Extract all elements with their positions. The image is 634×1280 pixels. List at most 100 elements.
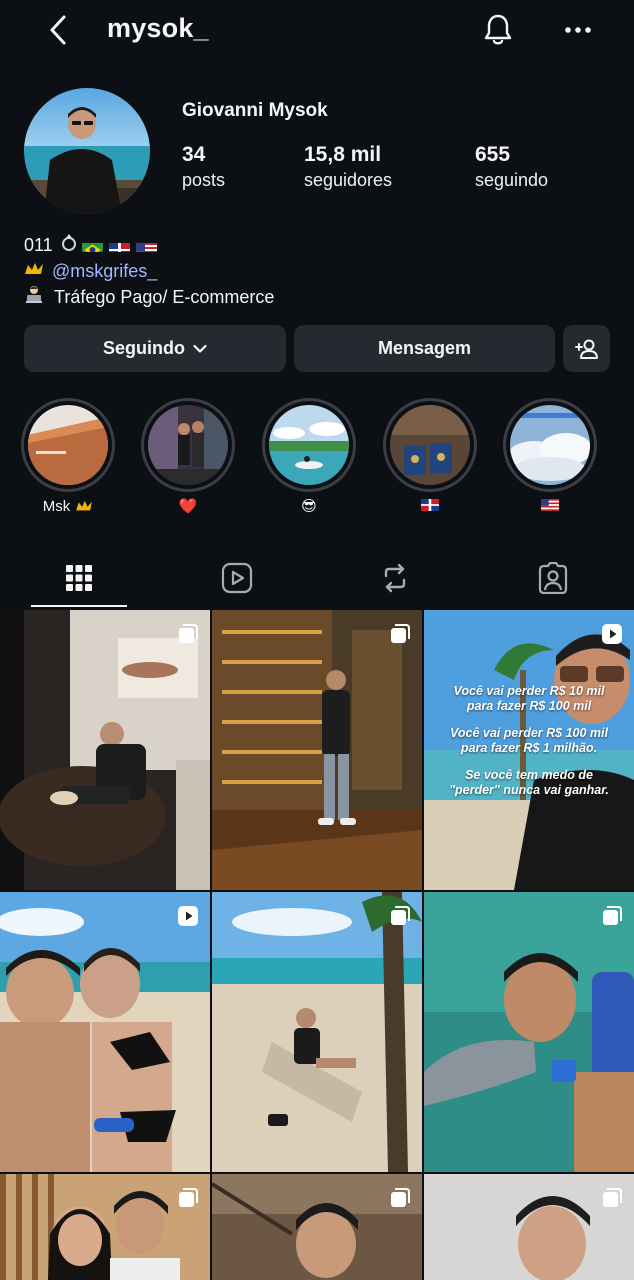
bio-area-code: 011 xyxy=(24,235,53,255)
post-thumbnail[interactable] xyxy=(212,892,422,1172)
tagged-person-icon xyxy=(538,562,568,594)
message-button-label: Mensagem xyxy=(377,338,472,358)
highlight-ring xyxy=(503,398,597,492)
highlight-label: Msk xyxy=(20,496,116,516)
highlight-title: Msk xyxy=(42,497,71,515)
highlight-ring xyxy=(383,398,477,492)
post-thumbnail[interactable] xyxy=(0,892,210,1172)
usa-flag-icon xyxy=(541,498,559,515)
bio-mention-link[interactable]: @mskgrifes_ xyxy=(52,258,157,284)
active-tab-indicator xyxy=(31,605,127,607)
post-thumbnail[interactable] xyxy=(212,1174,422,1280)
top-bar: mysok_ xyxy=(0,0,634,62)
post-thumbnail[interactable] xyxy=(0,610,210,890)
brazil-flag-icon xyxy=(81,238,103,252)
reel-icon xyxy=(178,906,198,926)
following-button[interactable]: Seguindo xyxy=(24,325,286,372)
post-thumbnail[interactable]: Você vai perder R$ 10 mil para fazer R$ 1… xyxy=(424,610,634,890)
post-thumbnail[interactable] xyxy=(0,1174,210,1280)
profile-bio: 011 @mskgrifes_ Tráfego Pago/ E-commerce xyxy=(24,232,274,310)
carousel-icon xyxy=(603,906,622,925)
highlight-title: ❤️ xyxy=(178,498,198,515)
overlay-line: Se você tem medo de xyxy=(465,768,593,782)
tab-reposts[interactable] xyxy=(347,550,443,606)
chevron-down-icon xyxy=(193,344,207,353)
grid-icon xyxy=(66,565,92,591)
repost-icon xyxy=(384,563,406,593)
notifications-button[interactable] xyxy=(478,10,518,50)
bio-line-occupation: Tráfego Pago/ E-commerce xyxy=(24,284,274,310)
overlay-line: para fazer R$ 100 mil xyxy=(466,699,592,713)
ring-emoji-icon xyxy=(59,232,79,259)
highlight-label xyxy=(502,496,598,516)
laptop-user-emoji-icon xyxy=(24,284,44,311)
highlight-label xyxy=(382,496,478,516)
tab-reels[interactable] xyxy=(189,550,285,606)
highlight-ring xyxy=(262,398,356,492)
tab-posts-grid[interactable] xyxy=(31,550,127,606)
tab-tagged[interactable] xyxy=(505,550,601,606)
followers-stat[interactable]: 15,8 mil seguidores xyxy=(304,142,392,192)
following-label: seguindo xyxy=(475,170,549,190)
highlight-cover xyxy=(390,405,470,485)
highlight-item[interactable] xyxy=(382,398,478,516)
profile-username: mysok_ xyxy=(107,13,209,43)
highlight-title: 😎 xyxy=(301,498,317,515)
carousel-icon xyxy=(391,624,410,643)
bell-icon xyxy=(484,14,512,45)
following-button-label: Seguindo xyxy=(103,338,185,358)
message-button[interactable]: Mensagem xyxy=(294,325,555,372)
profile-display-name: Giovanni Mysok xyxy=(182,100,328,121)
followers-count: 15,8 mil xyxy=(304,143,382,166)
reel-icon xyxy=(602,624,622,644)
post-thumbnail[interactable] xyxy=(212,610,422,890)
overlay-line: Você vai perder R$ 100 mil xyxy=(450,726,608,740)
overlay-line: Você vai perder R$ 10 mil xyxy=(453,684,605,698)
reel-overlay-text: Você vai perder R$ 10 mil para fazer R$ 1… xyxy=(424,684,634,810)
carousel-icon xyxy=(391,906,410,925)
post-thumbnail[interactable] xyxy=(424,1174,634,1280)
crown-emoji-icon xyxy=(76,500,93,511)
bio-line-link: @mskgrifes_ xyxy=(24,258,274,284)
usa-flag-icon xyxy=(135,238,157,252)
bio-occupation: Tráfego Pago/ E-commerce xyxy=(54,287,275,307)
highlight-cover xyxy=(269,405,349,485)
add-person-icon xyxy=(574,339,598,359)
profile-avatar[interactable] xyxy=(24,88,150,214)
highlight-cover xyxy=(510,405,590,485)
suggested-people-button[interactable] xyxy=(563,325,610,372)
highlight-cover xyxy=(28,405,108,485)
highlight-item[interactable]: Msk xyxy=(20,398,116,516)
highlight-item[interactable] xyxy=(502,398,598,516)
highlight-cover xyxy=(148,405,228,485)
highlight-item[interactable]: ❤️ xyxy=(140,398,236,516)
posts-count: 34 xyxy=(182,143,206,166)
reels-play-icon xyxy=(221,562,253,594)
chevron-left-icon xyxy=(50,15,66,45)
bio-line-area-code: 011 xyxy=(24,232,274,258)
carousel-icon xyxy=(179,1188,198,1207)
highlight-item[interactable]: 😎 xyxy=(261,398,357,516)
posts-stat[interactable]: 34 posts xyxy=(182,142,225,192)
posts-label: posts xyxy=(182,170,226,190)
back-button[interactable] xyxy=(38,10,78,50)
highlight-ring xyxy=(21,398,115,492)
overlay-line: "perder" nunca vai ganhar. xyxy=(449,783,609,797)
carousel-icon xyxy=(179,624,198,643)
following-stat[interactable]: 655 seguindo xyxy=(475,142,548,192)
more-horizontal-icon xyxy=(565,27,591,33)
highlight-label: 😎 xyxy=(261,496,357,516)
carousel-icon xyxy=(391,1188,410,1207)
highlight-label: ❤️ xyxy=(140,496,236,516)
dominican-republic-flag-icon xyxy=(108,238,130,252)
carousel-icon xyxy=(603,1188,622,1207)
overlay-line: para fazer R$ 1 milhão. xyxy=(460,741,598,755)
post-thumbnail[interactable] xyxy=(424,892,634,1172)
following-count: 655 xyxy=(475,143,511,166)
more-options-button[interactable] xyxy=(558,10,598,50)
highlight-ring xyxy=(141,398,235,492)
profile-tabs xyxy=(0,550,634,608)
dominican-republic-flag-icon xyxy=(421,498,439,515)
crown-emoji-icon xyxy=(24,258,44,284)
followers-label: seguidores xyxy=(304,170,393,190)
